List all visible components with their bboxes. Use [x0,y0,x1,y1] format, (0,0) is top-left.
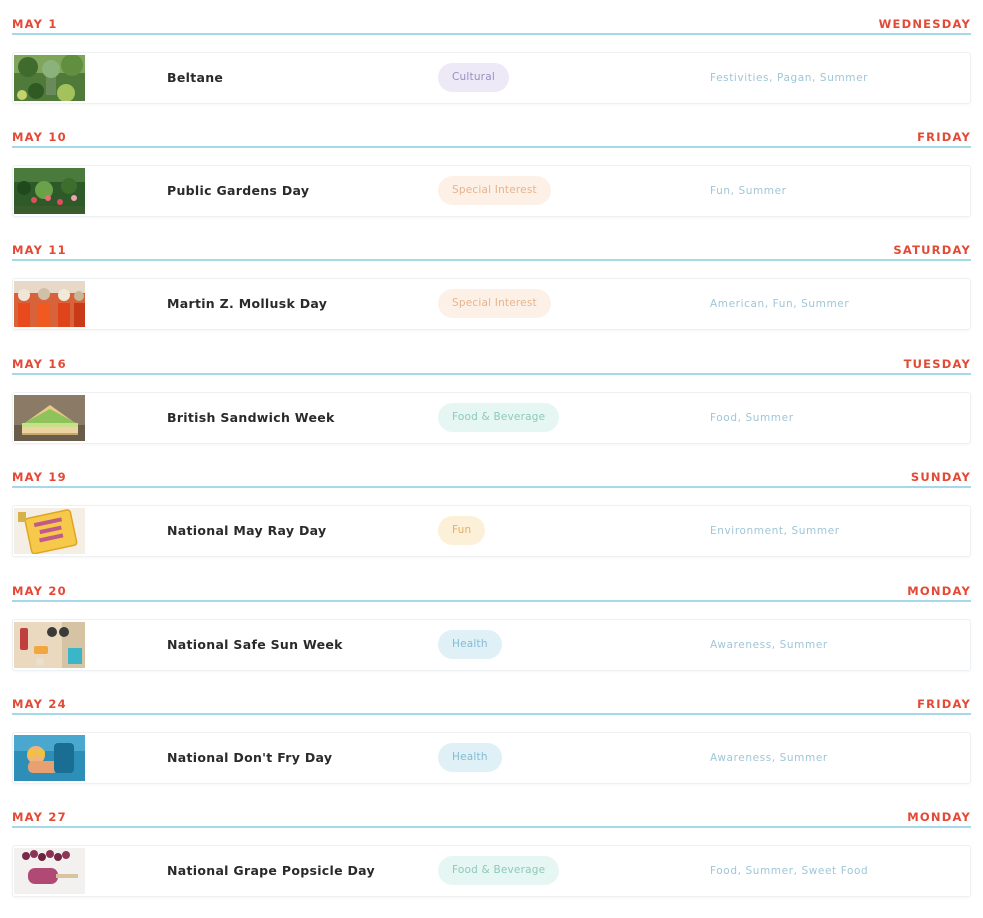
category-badge[interactable]: Health [438,630,502,659]
category-badge[interactable]: Health [438,743,502,772]
event-date: MAY 11 [12,243,67,257]
event-weekday: FRIDAY [917,130,971,144]
green-maypole-image[interactable] [14,55,85,101]
event-section: MAY 10 FRIDAY Public Gardens Day Special… [12,125,971,238]
date-header: MAY 20 MONDAY [12,579,971,602]
date-divider [12,713,971,715]
event-title[interactable]: Beltane [167,70,223,86]
event-date: MAY 1 [12,17,58,31]
date-divider [12,600,971,602]
event-date: MAY 19 [12,470,67,484]
category-badge[interactable]: Special Interest [438,289,551,318]
sunbather-image[interactable] [14,735,85,781]
costumed-crowd-image[interactable] [14,281,85,327]
event-card[interactable]: Public Gardens Day Special Interest Fun,… [12,165,971,217]
event-weekday: SATURDAY [893,243,971,257]
event-title[interactable]: National Don't Fry Day [167,750,332,766]
event-title[interactable]: Martin Z. Mollusk Day [167,296,327,312]
may-ray-day-sign-image[interactable] [14,508,85,554]
category-badge[interactable]: Food & Beverage [438,403,560,432]
event-section: MAY 20 MONDAY National Safe Sun Week Hea… [12,579,971,692]
event-weekday: MONDAY [907,810,971,824]
event-title[interactable]: National Grape Popsicle Day [167,863,375,879]
event-tags[interactable]: American, Fun, Summer [710,297,849,311]
event-date: MAY 10 [12,130,67,144]
event-date: MAY 27 [12,810,67,824]
event-weekday: TUESDAY [903,357,971,371]
date-header: MAY 27 MONDAY [12,805,971,828]
event-section: MAY 11 SATURDAY Martin Z. Mollusk Day Sp… [12,238,971,351]
event-title[interactable]: British Sandwich Week [167,410,335,426]
event-section: MAY 16 TUESDAY British Sandwich Week Foo… [12,352,971,465]
date-divider [12,826,971,828]
event-card[interactable]: British Sandwich Week Food & Beverage Fo… [12,392,971,444]
event-section: MAY 27 MONDAY National Grape Popsicle Da… [12,805,971,918]
category-badge[interactable]: Food & Beverage [438,856,560,885]
event-card[interactable]: National Grape Popsicle Day Food & Bever… [12,845,971,897]
event-section: MAY 1 WEDNESDAY Beltane Cultural Festivi… [12,12,971,125]
grape-popsicle-image[interactable] [14,848,85,894]
sandwich-image[interactable] [14,395,85,441]
date-divider [12,373,971,375]
event-weekday: WEDNESDAY [878,17,971,31]
event-weekday: SUNDAY [910,470,971,484]
event-card[interactable]: National Don't Fry Day Health Awareness,… [12,732,971,784]
event-tags[interactable]: Environment, Summer [710,524,840,538]
date-header: MAY 11 SATURDAY [12,238,971,261]
event-tags[interactable]: Festivities, Pagan, Summer [710,71,868,85]
event-weekday: FRIDAY [917,697,971,711]
garden-flowers-image[interactable] [14,168,85,214]
category-badge[interactable]: Fun [438,516,486,545]
date-divider [12,146,971,148]
event-title[interactable]: National May Ray Day [167,523,326,539]
beach-items-image[interactable] [14,622,85,668]
date-divider [12,486,971,488]
date-divider [12,259,971,261]
event-card[interactable]: National May Ray Day Fun Environment, Su… [12,505,971,557]
event-card[interactable]: Martin Z. Mollusk Day Special Interest A… [12,278,971,330]
date-divider [12,33,971,35]
event-weekday: MONDAY [907,584,971,598]
category-badge[interactable]: Special Interest [438,176,551,205]
date-header: MAY 10 FRIDAY [12,125,971,148]
event-card[interactable]: Beltane Cultural Festivities, Pagan, Sum… [12,52,971,104]
date-header: MAY 24 FRIDAY [12,692,971,715]
event-tags[interactable]: Awareness, Summer [710,751,828,765]
event-tags[interactable]: Food, Summer [710,411,794,425]
event-section: MAY 19 SUNDAY National May Ray Day Fun E… [12,465,971,578]
event-date: MAY 24 [12,697,67,711]
event-section: MAY 24 FRIDAY National Don't Fry Day Hea… [12,692,971,805]
event-title[interactable]: Public Gardens Day [167,183,309,199]
event-tags[interactable]: Food, Summer, Sweet Food [710,864,868,878]
event-tags[interactable]: Fun, Summer [710,184,787,198]
date-header: MAY 16 TUESDAY [12,352,971,375]
event-card[interactable]: National Safe Sun Week Health Awareness,… [12,619,971,671]
event-date: MAY 20 [12,584,67,598]
date-header: MAY 19 SUNDAY [12,465,971,488]
category-badge[interactable]: Cultural [438,63,509,92]
date-header: MAY 1 WEDNESDAY [12,12,971,35]
event-date: MAY 16 [12,357,67,371]
event-title[interactable]: National Safe Sun Week [167,637,343,653]
event-tags[interactable]: Awareness, Summer [710,638,828,652]
